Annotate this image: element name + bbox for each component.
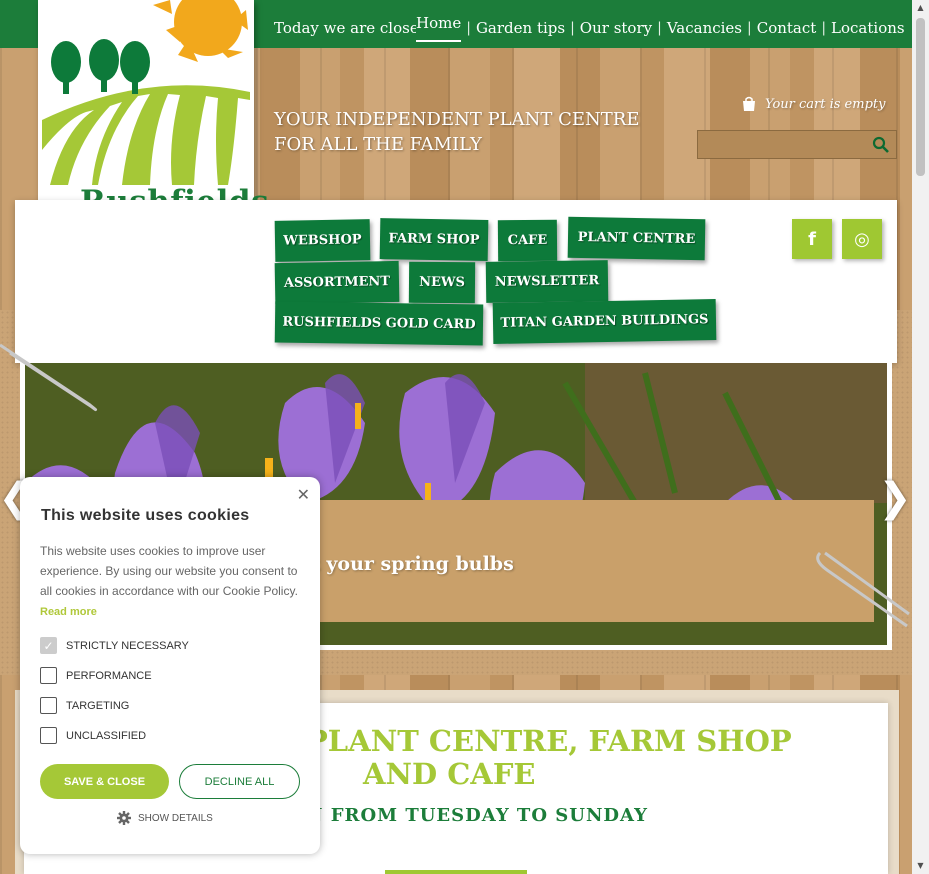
nav-contact[interactable]: Contact: [757, 19, 817, 37]
tagline: YOUR INDEPENDENT PLANT CENTRE FOR ALL TH…: [274, 107, 694, 157]
cookie-option-label: UNCLASSIFIED: [66, 729, 147, 742]
search-box: [697, 130, 897, 159]
nav-garden-tips[interactable]: Garden tips: [476, 19, 565, 37]
nav-separator: |: [570, 20, 575, 36]
decline-all-button[interactable]: DECLINE ALL: [179, 764, 300, 799]
cart-label: Your cart is empty: [765, 96, 886, 112]
checkbox[interactable]: [40, 697, 57, 714]
cookie-description: This website uses cookies to improve use…: [40, 541, 304, 622]
paperclip-icon: [0, 343, 97, 412]
nav-separator: |: [466, 20, 471, 36]
search-input[interactable]: [698, 131, 868, 158]
shopping-bag-icon: [743, 96, 755, 111]
search-icon[interactable]: [872, 136, 890, 154]
facebook-icon[interactable]: f: [792, 219, 832, 259]
scroll-thumb[interactable]: [916, 18, 925, 176]
checkbox-checked[interactable]: ✓: [40, 637, 57, 654]
cookie-option-label: STRICTLY NECESSARY: [66, 639, 189, 652]
menu-newsletter[interactable]: NEWSLETTER: [485, 260, 609, 303]
headline-line-2: AND CAFE: [363, 757, 536, 791]
menu-gold-card[interactable]: RUSHFIELDS GOLD CARD: [274, 301, 484, 346]
tagline-line-2: FOR ALL THE FAMILY: [274, 134, 482, 155]
nav-separator: |: [747, 20, 752, 36]
checkbox[interactable]: [40, 667, 57, 684]
scroll-up-arrow[interactable]: ▲: [912, 0, 929, 16]
menu-titan-garden-buildings[interactable]: TITAN GARDEN BUILDINGS: [492, 299, 717, 344]
cta-button[interactable]: [385, 870, 527, 874]
nav-locations[interactable]: Locations: [831, 19, 905, 37]
show-details-label: SHOW DETAILS: [138, 812, 213, 824]
menu-cafe[interactable]: CAFE: [497, 219, 558, 262]
menu-assortment[interactable]: ASSORTMENT: [274, 260, 400, 305]
scrollbar[interactable]: ▲ ▼: [912, 0, 929, 874]
farm-logo-icon: [42, 0, 250, 185]
headline-line-1: PLANT CENTRE, FARM SHOP: [306, 724, 792, 758]
cookie-option-performance[interactable]: PERFORMANCE: [40, 667, 152, 684]
top-nav: Today we are close Home | Garden tips | …: [274, 14, 905, 42]
menu-webshop[interactable]: WEBSHOP: [274, 219, 371, 262]
cookie-option-strictly-necessary[interactable]: ✓ STRICTLY NECESSARY: [40, 637, 189, 654]
cookie-option-targeting[interactable]: TARGETING: [40, 697, 129, 714]
cookie-option-label: TARGETING: [66, 699, 130, 712]
nav-separator: |: [657, 20, 662, 36]
nav-home[interactable]: Home: [416, 14, 462, 42]
cookie-option-label: PERFORMANCE: [66, 669, 152, 682]
cookie-dialog: ✕ This website uses cookies This website…: [20, 477, 320, 854]
nav-separator: |: [821, 20, 827, 36]
read-more-link[interactable]: Read more: [40, 606, 97, 618]
menu-plant-centre[interactable]: PLANT CENTRE: [567, 216, 706, 261]
banner-caption: t your spring bulbs: [311, 553, 514, 575]
cookie-option-unclassified[interactable]: UNCLASSIFIED: [40, 727, 146, 744]
tagline-line-1: YOUR INDEPENDENT PLANT CENTRE: [274, 109, 640, 130]
paperclip-icon: [816, 551, 910, 628]
opening-days-text: N FROM TUESDAY TO SUNDAY: [306, 805, 648, 826]
opening-ticker: Today we are close: [274, 19, 416, 37]
scroll-down-arrow[interactable]: ▼: [912, 858, 929, 874]
welcome-headline: PLANT CENTRE, FARM SHOP AND CAFE: [306, 725, 866, 791]
show-details-button[interactable]: SHOW DETAILS: [117, 811, 213, 825]
close-icon[interactable]: ✕: [297, 485, 310, 504]
checkbox[interactable]: [40, 727, 57, 744]
gear-icon: [117, 811, 131, 825]
save-close-button[interactable]: SAVE & CLOSE: [40, 764, 169, 799]
cookie-body-text: This website uses cookies to improve use…: [40, 544, 298, 598]
menu-news[interactable]: NEWS: [408, 261, 476, 304]
cart-link[interactable]: Your cart is empty: [741, 96, 885, 112]
nav-vacancies[interactable]: Vacancies: [667, 19, 742, 37]
cookie-title: This website uses cookies: [41, 507, 250, 524]
menu-farm-shop[interactable]: FARM SHOP: [379, 218, 489, 261]
nav-our-story[interactable]: Our story: [580, 19, 652, 37]
banner-next-button[interactable]: ❯: [878, 468, 912, 528]
instagram-icon[interactable]: ◎: [842, 219, 882, 259]
